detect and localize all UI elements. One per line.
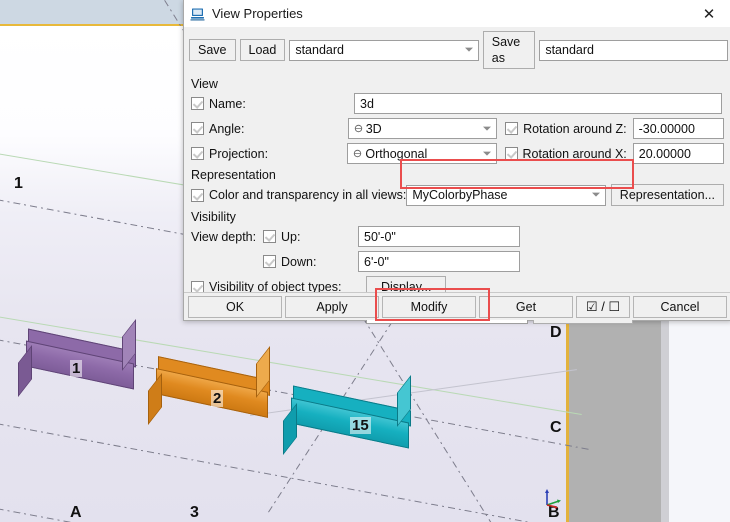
toggle-all-button[interactable]: ☑ / ☐ (576, 295, 630, 318)
rotation-x-checkbox[interactable] (504, 147, 518, 160)
view-section: View Name: 3d Angle: 3D Rotation around … (184, 77, 730, 164)
save-as-button[interactable]: Save as (482, 31, 536, 69)
view-properties-dialog[interactable]: View Properties ✕ Save Load standard Sav… (183, 0, 730, 324)
view-depth-down-label: Down: (281, 254, 317, 269)
save-as-input-value: standard (545, 43, 594, 57)
angle-combo-value: 3D (365, 121, 382, 136)
view-depth-up-checkbox[interactable] (263, 230, 276, 243)
rotation-x-input[interactable]: 20.00000 (632, 143, 724, 164)
rotation-x-label: Rotation around X: (522, 146, 627, 161)
view-depth-down-value: 6'-0" (364, 254, 389, 269)
color-representation-combo[interactable]: MyColorbyPhase (406, 184, 606, 206)
view-depth-up-value: 50'-0" (364, 229, 396, 244)
chevron-down-icon (482, 151, 491, 156)
save-as-input[interactable]: standard (539, 39, 728, 61)
projection-combo-value: Orthogonal (365, 146, 428, 161)
modify-button[interactable]: Modify (382, 295, 476, 318)
cancel-button[interactable]: Cancel (633, 295, 727, 318)
beam-15-label: 15 (350, 417, 371, 434)
profile-toolbar: Save Load standard Save as standard (184, 27, 730, 74)
beam-1-label: 1 (70, 360, 83, 377)
rotation-z-label: Rotation around Z: (523, 121, 627, 136)
angle-checkbox[interactable] (191, 122, 204, 135)
dialog-title: View Properties (212, 6, 303, 21)
get-button[interactable]: Get (479, 295, 573, 318)
color-transparency-row: Color and transparency in all views: MyC… (191, 184, 724, 206)
beam-1-end-cap (18, 345, 32, 397)
name-input-value: 3d (360, 96, 374, 111)
view-angle-icon (354, 124, 362, 133)
color-representation-value: MyColorbyPhase (412, 188, 508, 202)
view-depth-down-row: Down: 6'-0" (191, 251, 724, 272)
grid-label-D: D (550, 324, 562, 341)
load-button[interactable]: Load (239, 39, 286, 61)
rotation-x-input-value: 20.00000 (638, 146, 691, 161)
name-label: Name: (209, 96, 246, 111)
dialog-footer: OK Apply Modify Get ☑ / ☐ Cancel (184, 292, 730, 320)
grid-label-1: 1 (14, 175, 23, 192)
beam-2-end-cap (148, 373, 162, 425)
beam-15-end-cap (283, 403, 297, 455)
view-depth-up-row: View depth: Up: 50'-0" (191, 226, 724, 247)
projection-combo[interactable]: Orthogonal (347, 143, 497, 164)
ok-button[interactable]: OK (188, 295, 282, 318)
axis-triad-icon (545, 489, 561, 509)
save-button[interactable]: Save (189, 39, 236, 61)
projection-label: Projection: (209, 146, 269, 161)
monitor-icon (190, 8, 205, 20)
view-section-heading: View (191, 77, 218, 91)
rotation-z-input[interactable]: -30.00000 (632, 118, 724, 139)
representation-section-heading: Representation (191, 168, 276, 182)
close-icon[interactable]: ✕ (687, 0, 730, 27)
beam-2-label: 2 (211, 390, 224, 407)
projection-checkbox[interactable] (191, 147, 204, 160)
view-depth-up-label: Up: (281, 229, 301, 244)
color-transparency-checkbox[interactable] (191, 188, 204, 202)
chevron-down-icon (483, 126, 492, 131)
apply-button[interactable]: Apply (285, 295, 379, 318)
grid-label-C: C (550, 419, 562, 436)
dialog-title-bar[interactable]: View Properties ✕ (184, 0, 730, 27)
visibility-section-heading: Visibility (191, 210, 236, 224)
view-depth-down-checkbox[interactable] (263, 255, 276, 268)
name-input[interactable]: 3d (354, 93, 722, 114)
rotation-z-checkbox[interactable] (505, 122, 519, 135)
chevron-down-icon (591, 192, 600, 197)
angle-row: Angle: 3D Rotation around Z: -30.00000 (191, 118, 724, 139)
representation-button[interactable]: Representation... (610, 184, 724, 206)
view-depth-up-input[interactable]: 50'-0" (358, 226, 520, 247)
grid-label-A: A (70, 504, 82, 521)
name-checkbox[interactable] (191, 97, 204, 110)
profile-combo[interactable]: standard (289, 39, 479, 61)
view-depth-down-input[interactable]: 6'-0" (358, 251, 520, 272)
angle-label: Angle: (209, 121, 245, 136)
view-depth-label: View depth: (191, 229, 257, 244)
rotation-z-input-value: -30.00000 (638, 121, 695, 136)
chevron-down-icon (464, 47, 473, 52)
name-row: Name: 3d (191, 93, 724, 114)
representation-section: Representation Color and transparency in… (184, 168, 730, 206)
profile-combo-value: standard (295, 43, 344, 57)
angle-combo[interactable]: 3D (347, 118, 498, 139)
color-transparency-label: Color and transparency in all views: (209, 188, 407, 202)
projection-row: Projection: Orthogonal Rotation around X… (191, 143, 724, 164)
grid-label-3: 3 (190, 504, 199, 521)
projection-icon (354, 149, 362, 158)
